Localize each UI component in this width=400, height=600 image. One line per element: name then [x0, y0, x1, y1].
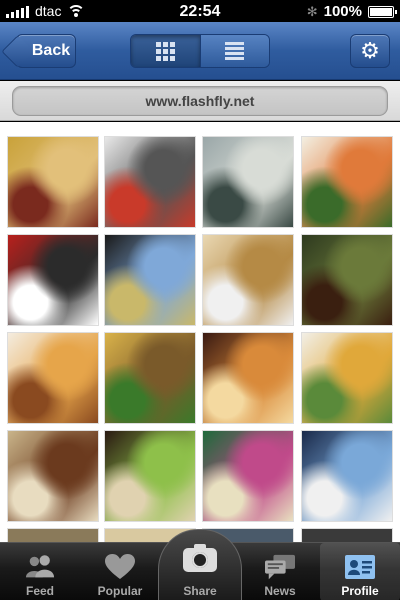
battery-percent: 100%: [323, 3, 362, 20]
photo-thumbnail[interactable]: [7, 430, 99, 522]
photo-thumbnail[interactable]: [202, 332, 294, 424]
photo-thumbnail[interactable]: [202, 234, 294, 326]
grid-view-icon: [155, 41, 175, 61]
photo-thumbnail[interactable]: [301, 528, 393, 542]
photo-thumbnail[interactable]: [7, 332, 99, 424]
photo-thumbnail[interactable]: [104, 136, 196, 228]
tab-label: Feed: [25, 584, 54, 598]
heart-icon: [105, 553, 135, 581]
photo-thumbnail[interactable]: [104, 430, 196, 522]
photo-thumbnail[interactable]: [301, 332, 393, 424]
back-button-label: Back: [31, 42, 71, 59]
photo-thumbnail[interactable]: [301, 136, 393, 228]
photo-image: [105, 431, 195, 521]
tab-share[interactable]: Share: [158, 529, 242, 600]
photo-image: [302, 333, 392, 423]
photo-image: [302, 137, 392, 227]
tab-label: Popular: [97, 584, 143, 598]
tab-feed[interactable]: Feed: [0, 543, 80, 600]
settings-button[interactable]: ⚙: [350, 34, 390, 68]
people-icon: [25, 553, 55, 581]
photo-image: [105, 235, 195, 325]
photo-image: [105, 333, 195, 423]
bluetooth-icon: ✻: [306, 3, 318, 19]
photo-image: [8, 137, 98, 227]
back-arrow-icon: [1, 35, 34, 68]
status-bar: dtac 22:54 ✻ 100%: [0, 0, 400, 22]
camera-icon: [183, 544, 217, 572]
photo-thumbnail[interactable]: [7, 234, 99, 326]
photo-grid: [0, 122, 400, 542]
photo-image: [8, 431, 98, 521]
photo-thumbnail[interactable]: [104, 234, 196, 326]
list-view-icon: [225, 42, 245, 60]
back-button[interactable]: Back: [1, 34, 76, 68]
photo-thumbnail[interactable]: [301, 234, 393, 326]
tab-popular[interactable]: Popular: [80, 543, 160, 600]
tab-bar: Feed Popular Share News Profile: [0, 529, 400, 600]
tab-news[interactable]: News: [240, 543, 320, 600]
gear-icon: ⚙: [360, 38, 380, 63]
grid-view-button[interactable]: [131, 35, 200, 67]
photo-image: [105, 137, 195, 227]
photo-image: [203, 333, 293, 423]
list-view-button[interactable]: [199, 35, 269, 67]
photo-thumbnail[interactable]: [7, 528, 99, 542]
tab-label: Profile: [341, 584, 379, 598]
photo-thumbnail[interactable]: [104, 332, 196, 424]
photo-thumbnail[interactable]: [202, 136, 294, 228]
status-bar-right: ✻ 100%: [306, 3, 397, 20]
profile-card-icon: [345, 553, 375, 581]
battery-fill: [370, 7, 392, 16]
photo-image: [302, 431, 392, 521]
photo-image: [8, 235, 98, 325]
tab-profile[interactable]: Profile: [320, 543, 400, 600]
speech-bubbles-icon: [265, 553, 295, 581]
tab-label: News: [264, 584, 296, 598]
photo-image: [203, 137, 293, 227]
photo-thumbnail[interactable]: [202, 430, 294, 522]
url-field[interactable]: www.flashfly.net: [12, 86, 388, 116]
photo-thumbnail[interactable]: [7, 136, 99, 228]
photo-thumbnail[interactable]: [301, 430, 393, 522]
url-bar: www.flashfly.net: [0, 81, 400, 121]
battery-icon: [368, 5, 397, 18]
view-mode-toggle: [130, 34, 270, 68]
tab-label: Share: [183, 584, 217, 598]
navigation-bar: Back ⚙: [0, 22, 400, 80]
photo-image: [203, 431, 293, 521]
photo-image: [302, 235, 392, 325]
photo-image: [203, 235, 293, 325]
photo-image: [8, 333, 98, 423]
